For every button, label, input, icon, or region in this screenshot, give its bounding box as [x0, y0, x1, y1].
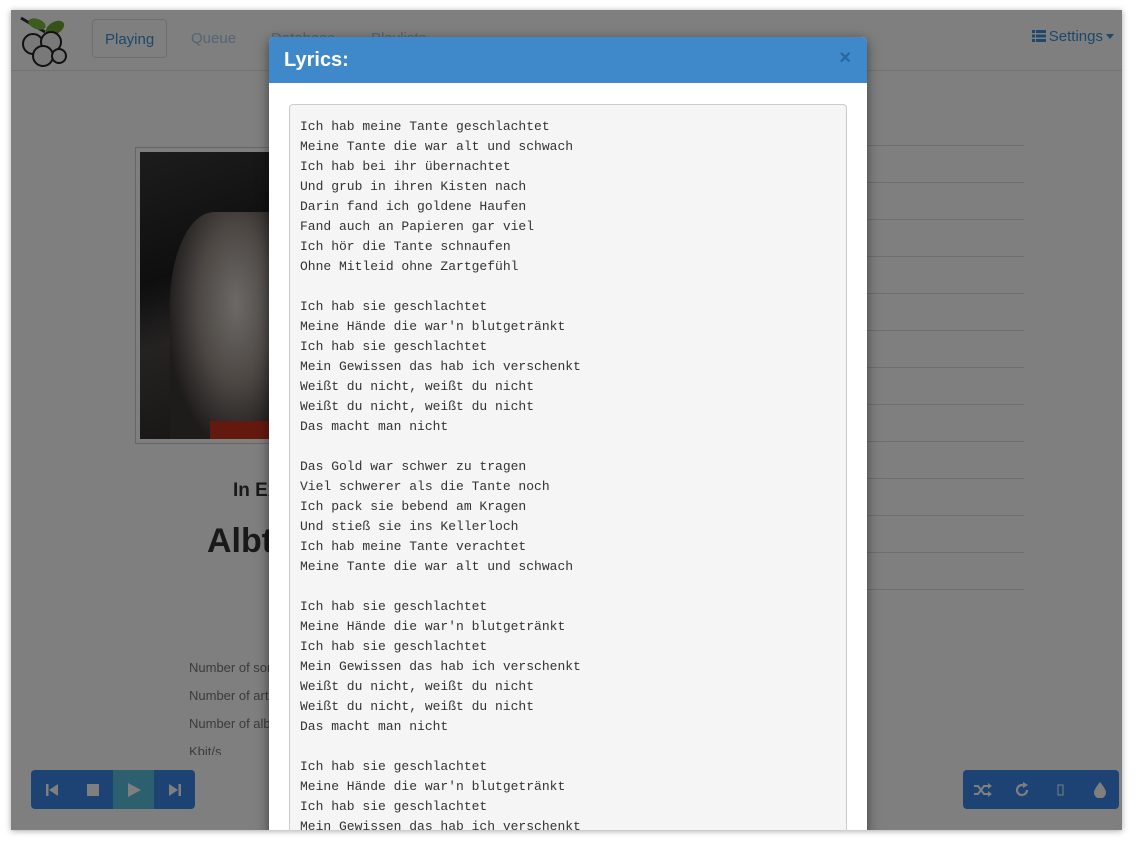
app-window: Playing Queue Database Playlists Setting…	[11, 10, 1122, 830]
lyrics-text: Ich hab meine Tante geschlachtet Meine T…	[289, 104, 847, 830]
lyrics-modal: Lyrics: × Ich hab meine Tante geschlacht…	[269, 37, 867, 830]
modal-title: Lyrics:	[284, 49, 349, 71]
modal-header: Lyrics: ×	[269, 37, 867, 83]
close-icon[interactable]: ×	[839, 47, 851, 70]
